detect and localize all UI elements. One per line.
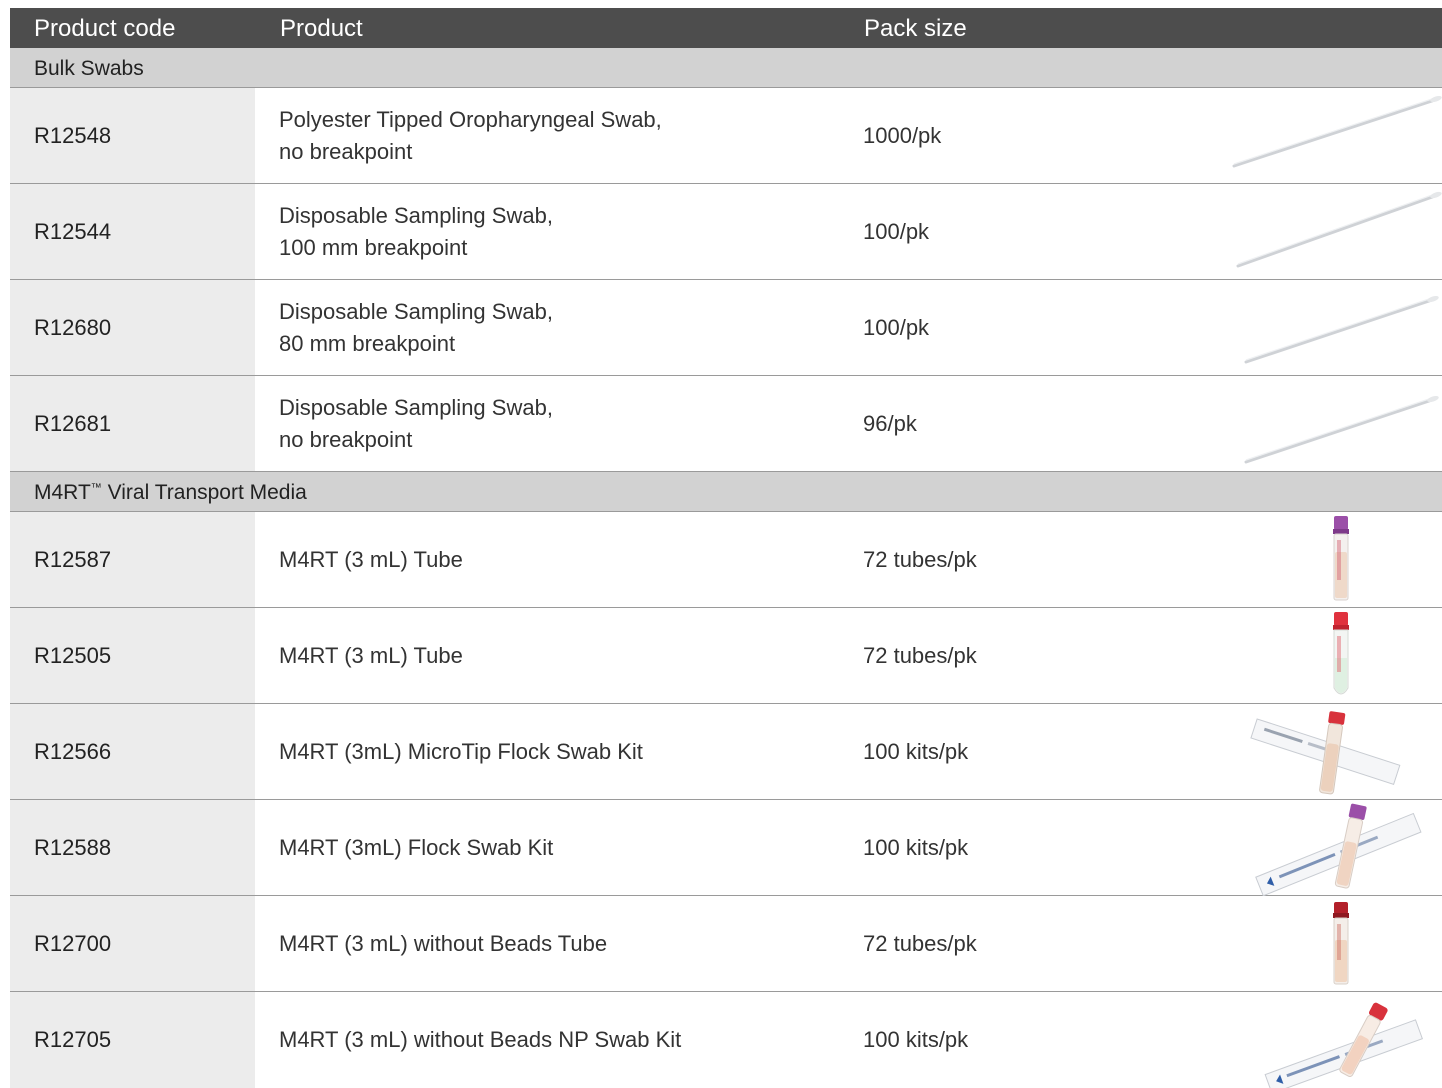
table-row: R12587 M4RT (3 mL) Tube 72 tubes/pk: [10, 512, 1442, 608]
product-cell: Disposable Sampling Swab, no breakpoint: [279, 392, 839, 456]
code-cell: R12587: [10, 512, 255, 607]
swab-icon: [1244, 395, 1439, 464]
product-code: R12681: [34, 410, 112, 436]
pack-size: 100/pk: [863, 218, 930, 244]
product-code: R12680: [34, 314, 112, 340]
table-row: R12680 Disposable Sampling Swab, 80 mm b…: [10, 280, 1442, 376]
product-cell: M4RT (3 mL) Tube: [279, 640, 839, 672]
product-image: [1220, 896, 1442, 991]
product-image: [1220, 704, 1442, 799]
table-row: R12700 M4RT (3 mL) without Beads Tube 72…: [10, 896, 1442, 992]
code-cell: R12588: [10, 800, 255, 895]
swab-kit-icon: [1250, 711, 1401, 795]
code-cell: R12700: [10, 896, 255, 991]
header-product: Product: [280, 15, 363, 42]
tube-purple-icon: [1333, 516, 1349, 601]
product-code: R12587: [34, 546, 112, 572]
product-image: [1220, 280, 1442, 375]
swab-icon: [1232, 95, 1442, 168]
product-name-line1: M4RT (3 mL) without Beads NP Swab Kit: [279, 1027, 682, 1052]
table-header: Product code Product Pack size: [10, 8, 1442, 48]
product-name-line1: M4RT (3 mL) without Beads Tube: [279, 930, 608, 956]
pack-size: 100/pk: [863, 314, 930, 340]
table-row: R12566 M4RT (3mL) MicroTip Flock Swab Ki…: [10, 704, 1442, 800]
table-row: R12705 M4RT (3 mL) without Beads NP Swab…: [10, 992, 1442, 1088]
swab-icon: [1236, 191, 1442, 268]
product-cell: M4RT (3 mL) without Beads NP Swab Kit: [279, 1024, 839, 1056]
product-image: [1220, 992, 1442, 1088]
product-name-line2: 80 mm breakpoint: [279, 330, 456, 356]
tube-darkred-icon: [1333, 902, 1349, 985]
section-m4rt-viral-transport-media: M4RT™ Viral Transport Media: [10, 472, 1442, 512]
product-image: [1220, 608, 1442, 703]
code-cell: R12681: [10, 376, 255, 471]
product-image: [1220, 512, 1442, 607]
pack-size: 72 tubes/pk: [863, 546, 977, 572]
code-cell: R12548: [10, 88, 255, 183]
product-cell: M4RT (3 mL) Tube: [279, 544, 839, 576]
code-cell: R12505: [10, 608, 255, 703]
product-name-line1: Disposable Sampling Swab,: [279, 298, 553, 324]
code-cell: R12566: [10, 704, 255, 799]
table-row: R12544 Disposable Sampling Swab, 100 mm …: [10, 184, 1442, 280]
product-name-line1: Disposable Sampling Swab,: [279, 202, 553, 228]
product-cell: Disposable Sampling Swab, 100 mm breakpo…: [279, 200, 839, 264]
product-code: R12700: [34, 930, 112, 956]
product-name-line1: M4RT (3 mL) Tube: [279, 546, 463, 572]
product-name-line2: no breakpoint: [279, 426, 413, 452]
product-cell: M4RT (3mL) Flock Swab Kit: [279, 832, 839, 864]
table-row: R12588 M4RT (3mL) Flock Swab Kit 100 kit…: [10, 800, 1442, 896]
product-name-line1: M4RT (3 mL) Tube: [279, 642, 463, 668]
product-code: R12544: [34, 218, 112, 244]
tube-red-icon: [1333, 612, 1349, 695]
table-row: R12505 M4RT (3 mL) Tube 72 tubes/pk: [10, 608, 1442, 704]
product-code: R12705: [34, 1027, 112, 1052]
product-cell: Polyester Tipped Oropharyngeal Swab, no …: [279, 104, 839, 168]
product-name-line2: 100 mm breakpoint: [279, 234, 468, 260]
section-title: Bulk Swabs: [34, 57, 144, 80]
product-code: R12505: [34, 642, 112, 668]
table-row: R12681 Disposable Sampling Swab, no brea…: [10, 376, 1442, 472]
product-name-line1: M4RT (3mL) Flock Swab Kit: [279, 834, 554, 860]
product-image: [1220, 184, 1442, 279]
section-bulk-swabs: Bulk Swabs: [10, 48, 1442, 88]
pack-size: 1000/pk: [863, 122, 942, 148]
product-code: R12588: [34, 834, 112, 860]
pack-size: 100 kits/pk: [863, 738, 969, 764]
swab-kit-icon: [1255, 803, 1422, 896]
product-cell: Disposable Sampling Swab, 80 mm breakpoi…: [279, 296, 839, 360]
pack-size: 100 kits/pk: [863, 1027, 969, 1052]
product-name-line1: M4RT (3mL) MicroTip Flock Swab Kit: [279, 738, 643, 764]
product-name-line1: Polyester Tipped Oropharyngeal Swab,: [279, 106, 662, 132]
product-image: [1220, 88, 1442, 183]
pack-size: 72 tubes/pk: [863, 642, 977, 668]
product-image: [1220, 376, 1442, 471]
table-row: R12548 Polyester Tipped Oropharyngeal Sw…: [10, 88, 1442, 184]
code-cell: R12680: [10, 280, 255, 375]
pack-size: 100 kits/pk: [863, 834, 969, 860]
code-cell: R12705: [10, 992, 255, 1088]
header-product-code: Product code: [34, 15, 176, 42]
product-name-line2: no breakpoint: [279, 138, 413, 164]
product-cell: M4RT (3 mL) without Beads Tube: [279, 928, 839, 960]
product-image: [1220, 800, 1442, 896]
swab-kit-icon: [1264, 1002, 1423, 1088]
pack-size: 72 tubes/pk: [863, 930, 977, 956]
swab-icon: [1244, 295, 1439, 364]
section-title: M4RT™ Viral Transport Media: [34, 481, 307, 504]
pack-size: 96/pk: [863, 410, 917, 436]
product-code: R12548: [34, 122, 112, 148]
code-cell: R12544: [10, 184, 255, 279]
product-name-line1: Disposable Sampling Swab,: [279, 394, 553, 420]
header-pack-size: Pack size: [864, 15, 967, 42]
product-code: R12566: [34, 738, 112, 764]
product-table: Product code Product Pack size Bulk Swab…: [10, 8, 1442, 1088]
product-cell: M4RT (3mL) MicroTip Flock Swab Kit: [279, 736, 839, 768]
